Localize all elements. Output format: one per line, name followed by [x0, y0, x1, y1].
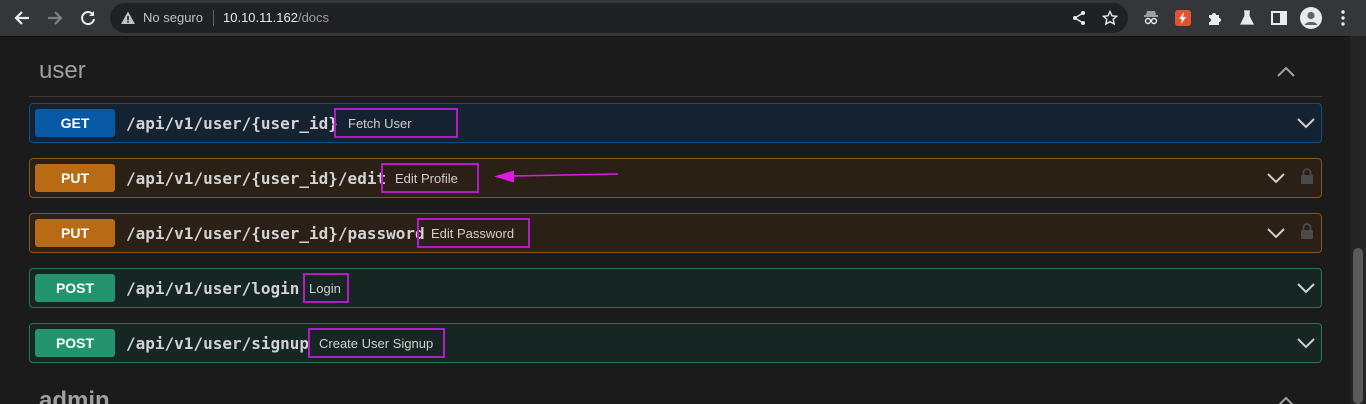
operation-summary: Create User Signup [308, 328, 445, 358]
operation-post-login[interactable]: POST /api/v1/user/login Login [29, 268, 1322, 308]
operation-path: /api/v1/user/{user_id} [126, 114, 338, 133]
operation-summary: Login [303, 273, 349, 303]
chevron-down-icon[interactable] [1296, 116, 1316, 130]
scrollbar-thumb[interactable] [1353, 248, 1363, 404]
chevron-down-icon[interactable] [1296, 281, 1316, 295]
operation-put-edit-profile[interactable]: PUT /api/v1/user/{user_id}/edit Edit Pro… [29, 158, 1322, 198]
operation-summary: Edit Profile [381, 163, 479, 193]
lock-icon[interactable] [1300, 167, 1314, 185]
method-badge-post: POST [35, 329, 115, 357]
section-title-admin[interactable]: admin [39, 387, 110, 404]
chevron-down-icon[interactable] [1266, 171, 1286, 185]
method-badge-put: PUT [35, 219, 115, 247]
url-separator [213, 10, 214, 26]
share-icon[interactable] [1070, 9, 1088, 27]
operation-summary: Edit Password [417, 218, 530, 248]
star-icon[interactable] [1101, 9, 1119, 27]
lock-icon[interactable] [1300, 222, 1314, 240]
url-text[interactable]: 10.10.11.162/docs [223, 10, 329, 26]
operation-path: /api/v1/user/signup [126, 334, 310, 353]
vertical-scrollbar[interactable] [1350, 36, 1366, 404]
insecure-label[interactable]: No seguro [143, 10, 203, 26]
swagger-content: user GET /api/v1/user/{user_id} Fetch Us… [0, 36, 1350, 404]
section-divider [29, 96, 1322, 97]
lab-flask-icon[interactable] [1236, 7, 1258, 29]
method-badge-post: POST [35, 274, 115, 302]
spy-extension-icon[interactable] [1140, 7, 1162, 29]
method-badge-get: GET [35, 109, 115, 137]
chevron-down-icon[interactable] [1266, 226, 1286, 240]
sidebar-icon[interactable] [1268, 7, 1290, 29]
profile-avatar-icon[interactable] [1300, 7, 1322, 29]
chevron-down-icon[interactable] [1296, 336, 1316, 350]
chevron-up-icon[interactable] [1276, 394, 1296, 404]
forward-icon[interactable] [43, 6, 67, 30]
operation-post-signup[interactable]: POST /api/v1/user/signup Create User Sig… [29, 323, 1322, 363]
annotation-arrow-icon [494, 170, 619, 183]
reload-icon[interactable] [76, 6, 100, 30]
url-host: 10.10.11.162 [223, 10, 298, 25]
operation-put-edit-password[interactable]: PUT /api/v1/user/{user_id}/password Edit… [29, 213, 1322, 253]
puzzle-extensions-icon[interactable] [1204, 7, 1226, 29]
operation-get-user[interactable]: GET /api/v1/user/{user_id} Fetch User [29, 103, 1322, 143]
address-bar[interactable]: No seguro 10.10.11.162/docs [110, 3, 1128, 33]
browser-toolbar: No seguro 10.10.11.162/docs [0, 0, 1366, 36]
section-title-user[interactable]: user [39, 57, 86, 85]
operation-path: /api/v1/user/login [126, 279, 300, 298]
chevron-up-icon[interactable] [1276, 64, 1296, 78]
operation-summary: Fetch User [334, 108, 458, 138]
operation-path: /api/v1/user/{user_id}/password [126, 224, 425, 243]
method-badge-put: PUT [35, 164, 115, 192]
bolt-extension-icon[interactable] [1172, 7, 1194, 29]
warning-icon[interactable] [120, 10, 136, 26]
url-path: /docs [297, 10, 330, 25]
more-menu-icon[interactable] [1332, 7, 1354, 29]
back-icon[interactable] [10, 6, 34, 30]
operation-path: /api/v1/user/{user_id}/edit [126, 169, 387, 188]
